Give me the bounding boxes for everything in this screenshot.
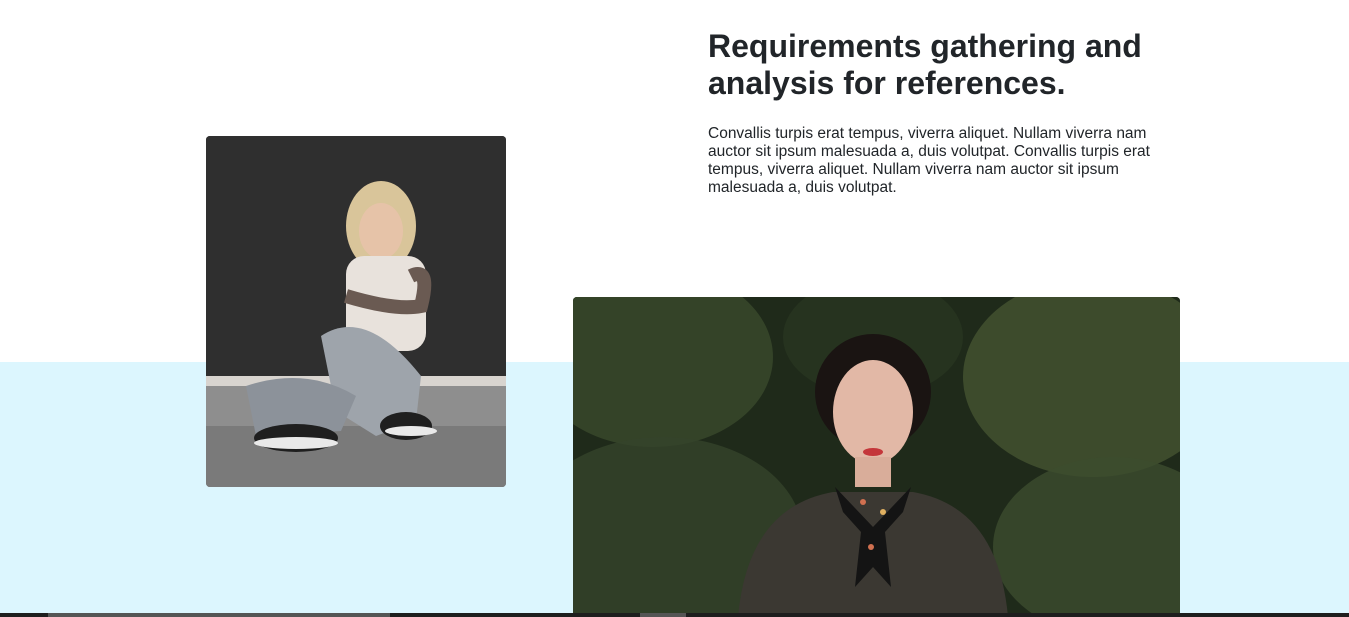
section-heading: Requirements gathering and analysis for … [708,28,1142,101]
bottom-scroll-strip [0,613,1349,617]
photo-woman-sitting-image [206,136,506,487]
photo-woman-portrait-image [573,297,1180,617]
bottom-strip-segment [640,613,686,617]
photo-woman-sitting [206,136,506,487]
bottom-strip-segment [48,613,390,617]
photo-woman-portrait [573,297,1180,617]
section-body-text: Convallis turpis erat tempus, viverra al… [708,125,1150,196]
